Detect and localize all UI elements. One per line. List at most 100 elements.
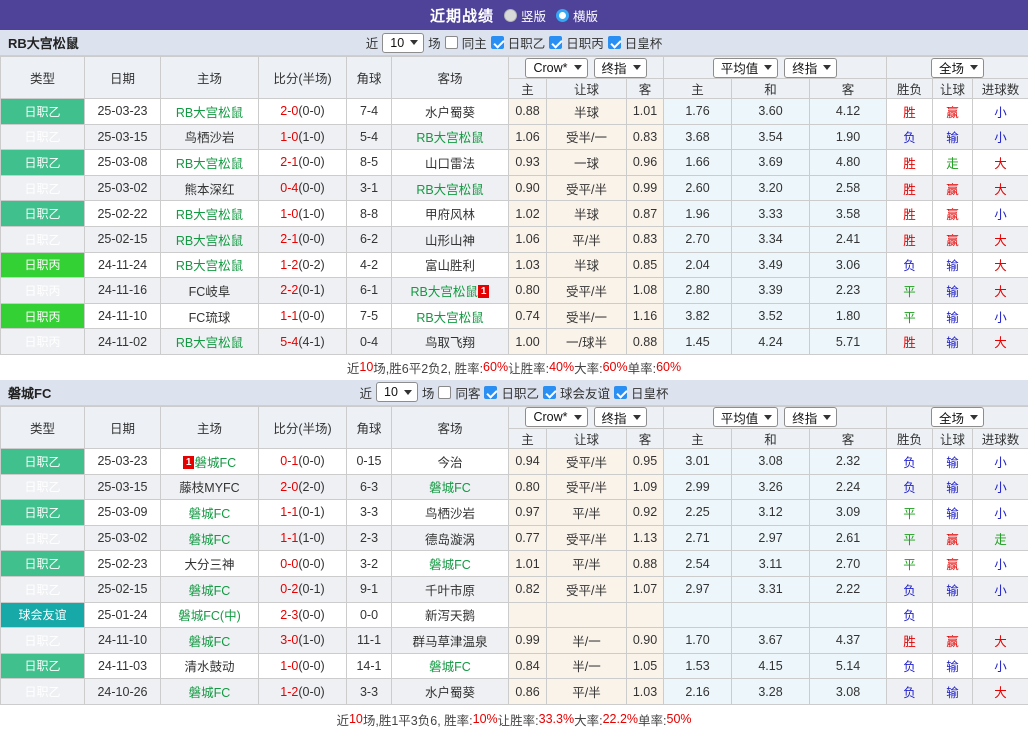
section-2-filters: 近10场同客日职乙球会友谊日皇杯 [359,382,670,402]
avg-home-cell: 1.53 [664,653,732,679]
section-1-filter-checkbox-0[interactable] [445,36,458,49]
section-1-odds-source-select[interactable]: Crow* [525,58,587,78]
home-team-name[interactable]: RB大宫松鼠 [176,259,243,273]
home-cell: RB大宫松鼠 [161,226,259,252]
section-2-scope-select[interactable]: 全场 [931,407,984,427]
section-2-filter-checkbox-1[interactable] [484,386,497,399]
avg-away-cell: 2.70 [810,551,887,577]
away-team-name[interactable]: RB大宫松鼠 [416,183,483,197]
section-2-filter-checkbox-0[interactable] [438,386,451,399]
goals-cell: 小 [973,303,1028,329]
odds-handicap-cell: 平/半 [547,679,627,705]
col-odds-handicap: 让球 [547,428,627,448]
matches-label: 场 [428,33,441,52]
home-team-name[interactable]: 磐城FC [189,507,231,521]
match-row: 球会友谊25-01-24磐城FC(中)2-3(0-0)0-0新泻天鹅负 [1,602,1028,628]
home-team-name[interactable]: 磐城FC [189,686,231,700]
home-team-name[interactable]: 磐城FC [189,635,231,649]
section-2-odds-final-select[interactable]: 终指 [594,407,647,427]
odds-handicap-cell: 受平/半 [547,576,627,602]
home-team-name[interactable]: RB大宫松鼠 [176,157,243,171]
col-corner: 角球 [347,57,392,99]
fulltime-score: 1-1 [280,309,298,323]
away-team-name: 鸟取飞翔 [425,336,475,350]
away-team-name[interactable]: 磐城FC [429,558,471,572]
type-cell: 日职乙 [1,679,85,705]
section-2-filter-checkbox-2[interactable] [543,386,556,399]
chevron-down-icon [764,65,772,70]
home-cell: RB大宫松鼠 [161,150,259,176]
section-1-odds-final-select[interactable]: 终指 [594,58,647,78]
home-team-name[interactable]: RB大宫松鼠 [176,208,243,222]
odds-away-cell: 0.92 [627,500,664,526]
date-cell: 25-01-24 [85,602,161,628]
summary-segment: 让胜率: [508,358,549,377]
score-cell: 0-0(0-0) [259,551,347,577]
red-card-badge: 1 [183,456,195,469]
away-team-name[interactable]: RB大宫松鼠 [416,131,483,145]
section-2-avg-final-select[interactable]: 终指 [784,407,837,427]
away-team-name[interactable]: RB大宫松鼠 [411,285,478,299]
odds-handicap-cell: 平/半 [547,226,627,252]
result-cell: 胜 [887,226,933,252]
corner-cell: 14-1 [347,653,392,679]
section-1-filter-checkbox-3[interactable] [608,36,621,49]
section-1-summary-line: 近10场,胜6平2负2, 胜率:60% 让胜率:40% 大率:60% 单率:60… [0,355,1028,380]
home-team-name[interactable]: RB大宫松鼠 [176,336,243,350]
halftime-score: (0-0) [298,181,324,195]
result-cell: 负 [887,653,933,679]
avg-draw-cell: 3.69 [732,150,810,176]
radio-vertical-layout[interactable]: 竖版 [504,6,546,25]
chevron-down-icon [633,65,641,70]
section-1-avg-final-select[interactable]: 终指 [784,58,837,78]
score-cell: 1-1(0-0) [259,303,347,329]
type-cell: 日职乙 [1,150,85,176]
away-team-name[interactable]: 磐城FC [429,660,471,674]
date-cell: 25-02-15 [85,226,161,252]
date-cell: 24-11-02 [85,329,161,355]
away-team-name[interactable]: RB大宫松鼠 [416,311,483,325]
recent-label: 近 [360,383,373,402]
radio-horizontal-icon[interactable] [556,9,569,22]
section-2-recent-count-select[interactable]: 10 [376,382,418,402]
home-team-name[interactable]: 磐城FC(中) [178,609,241,623]
section-2-filter-label-2: 球会友谊 [560,383,610,402]
section-2-avg-source-select[interactable]: 平均值 [713,407,779,427]
radio-vertical-icon[interactable] [504,9,517,22]
radio-horizontal-layout[interactable]: 横版 [556,6,598,25]
home-team-name[interactable]: 磐城FC [194,456,236,470]
home-team-name[interactable]: RB大宫松鼠 [176,106,243,120]
avg-home-cell: 1.96 [664,201,732,227]
avg-draw-cell: 3.08 [732,448,810,474]
section-1-scope-select[interactable]: 全场 [931,58,984,78]
fulltime-score: 5-4 [280,335,298,349]
fulltime-score: 1-0 [280,659,298,673]
away-cell: 富山胜利 [392,252,509,278]
section-2-odds-source-select[interactable]: Crow* [525,407,587,427]
away-cell: 鸟取飞翔 [392,329,509,355]
score-cell: 2-2(0-1) [259,278,347,304]
handicap-result-cell: 输 [933,474,973,500]
section-1-avg-source-select-value: 平均值 [721,58,759,77]
section-1-avg-source-select[interactable]: 平均值 [713,58,779,78]
corner-cell: 6-3 [347,474,392,500]
type-cell: 日职乙 [1,576,85,602]
section-2-filter-checkbox-3[interactable] [614,386,627,399]
type-cell: 日职丙 [1,303,85,329]
avg-draw-cell: 3.60 [732,99,810,125]
summary-segment: 大率: [574,710,602,729]
section-1-filter-checkbox-1[interactable] [491,36,504,49]
home-team-name[interactable]: 磐城FC [189,584,231,598]
sections-container: RB大宫松鼠近10场同主日职乙日职丙日皇杯类型日期主场比分(半场)角球客场Cro… [0,30,1028,730]
summary-segment: 单率: [638,710,666,729]
home-team-name[interactable]: RB大宫松鼠 [176,234,243,248]
home-team-name[interactable]: 磐城FC [189,533,231,547]
section-1-filter-checkbox-2[interactable] [549,36,562,49]
section-1-recent-count-select[interactable]: 10 [382,33,424,53]
corner-cell: 3-2 [347,551,392,577]
away-team-name[interactable]: 磐城FC [429,481,471,495]
avg-home-cell: 2.16 [664,679,732,705]
col-type: 类型 [1,406,85,448]
section-1-header-row-selects: 类型日期主场比分(半场)角球客场Crow*终指平均值终指全场 [1,57,1028,79]
score-cell: 2-0(0-0) [259,99,347,125]
